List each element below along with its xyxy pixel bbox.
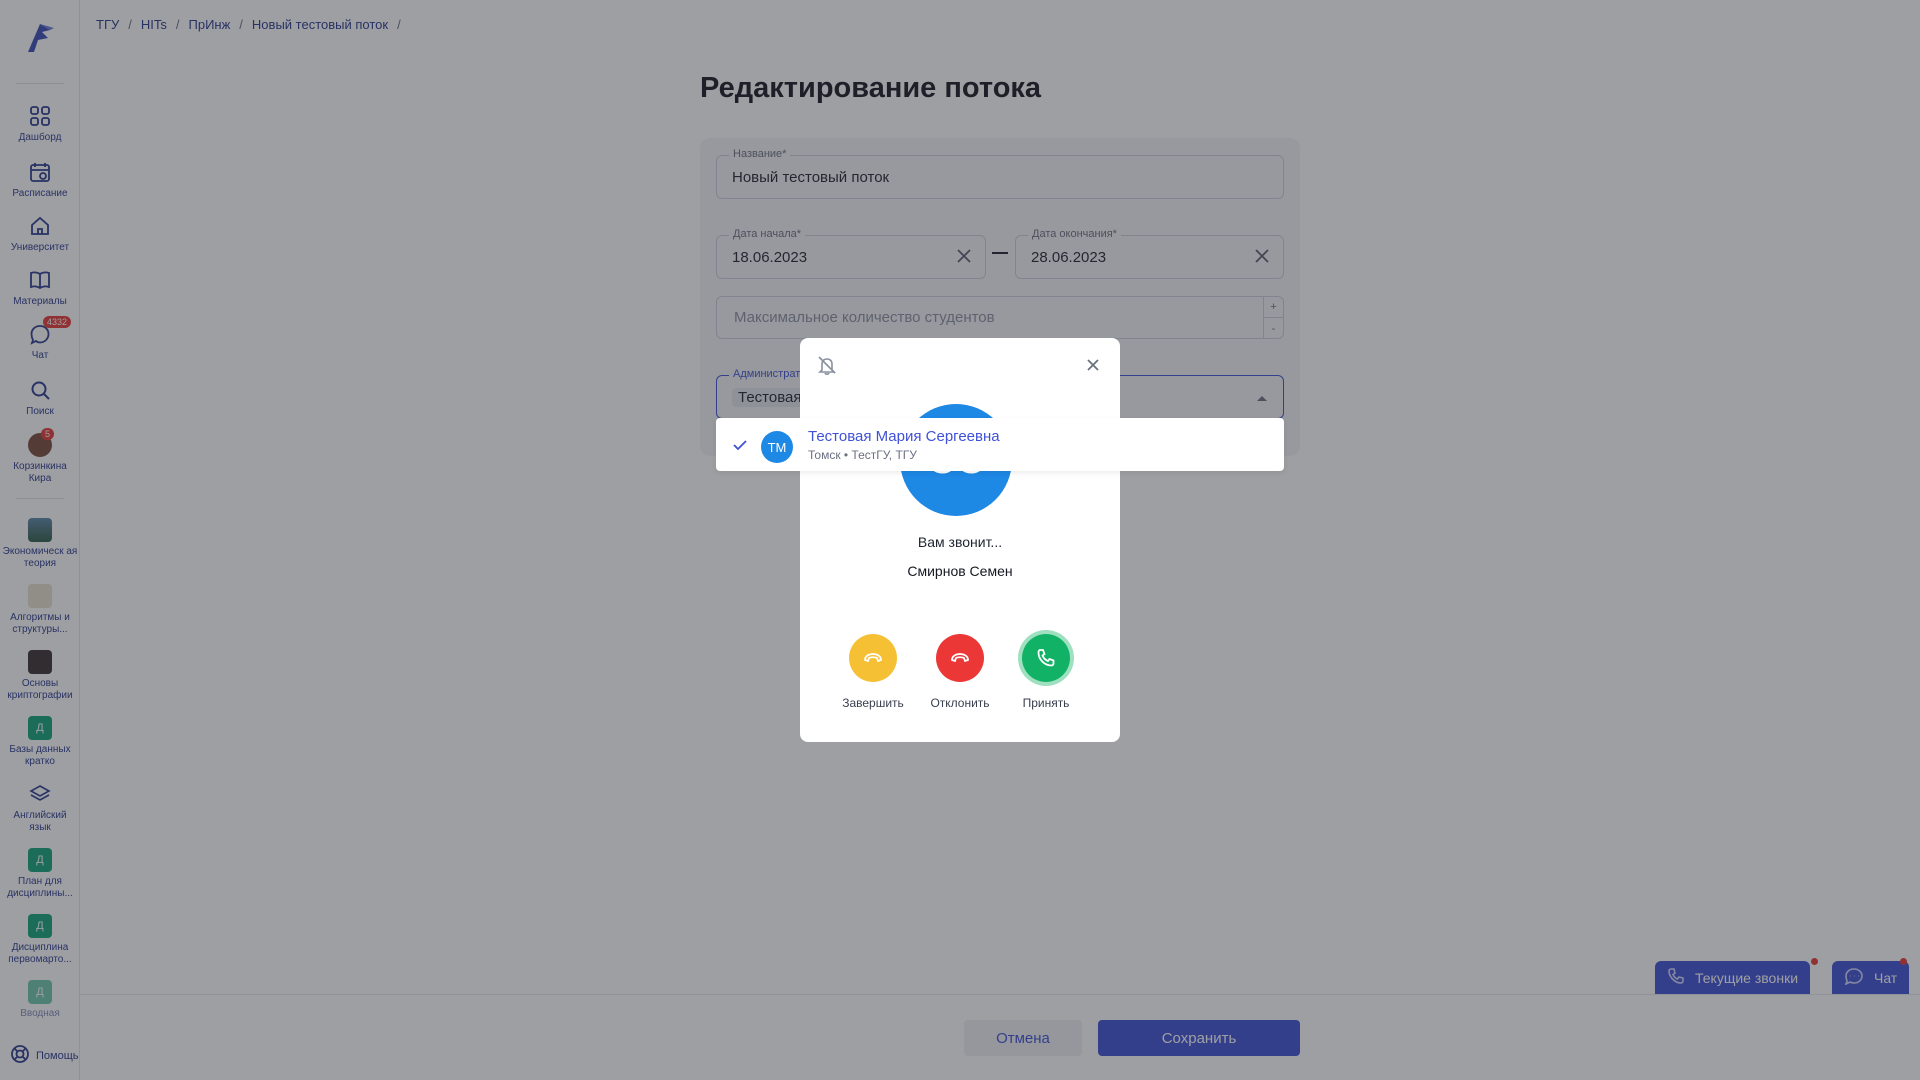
incoming-call-dialog: СС Вам звонит... Смирнов Семен Завершить… (800, 338, 1120, 742)
phone-icon (1022, 634, 1070, 682)
calling-status: Вам звонит... (917, 534, 1003, 550)
close-icon[interactable] (1084, 356, 1102, 374)
accept-call-button[interactable]: Принять (1011, 634, 1081, 710)
option-name: Тестовая Мария Сергеевна (808, 428, 1000, 445)
administrator-dropdown: ТМ Тестовая Мария Сергеевна Томск • Тест… (716, 418, 1284, 471)
end-call-label: Завершить (842, 696, 904, 710)
bell-off-icon[interactable] (816, 354, 838, 376)
option-subtitle: Томск • ТестГУ, ТГУ (808, 448, 917, 462)
hangup-icon (849, 634, 897, 682)
caller-name: Смирнов Семен (907, 563, 1013, 579)
decline-icon (936, 634, 984, 682)
end-call-button[interactable]: Завершить (838, 634, 908, 710)
dropdown-option[interactable]: ТМ Тестовая Мария Сергеевна Томск • Тест… (716, 418, 1284, 471)
option-avatar: ТМ (761, 431, 793, 463)
decline-call-label: Отклонить (930, 696, 990, 710)
accept-call-label: Принять (1022, 696, 1070, 710)
decline-call-button[interactable]: Отклонить (925, 634, 995, 710)
check-icon (732, 438, 748, 452)
